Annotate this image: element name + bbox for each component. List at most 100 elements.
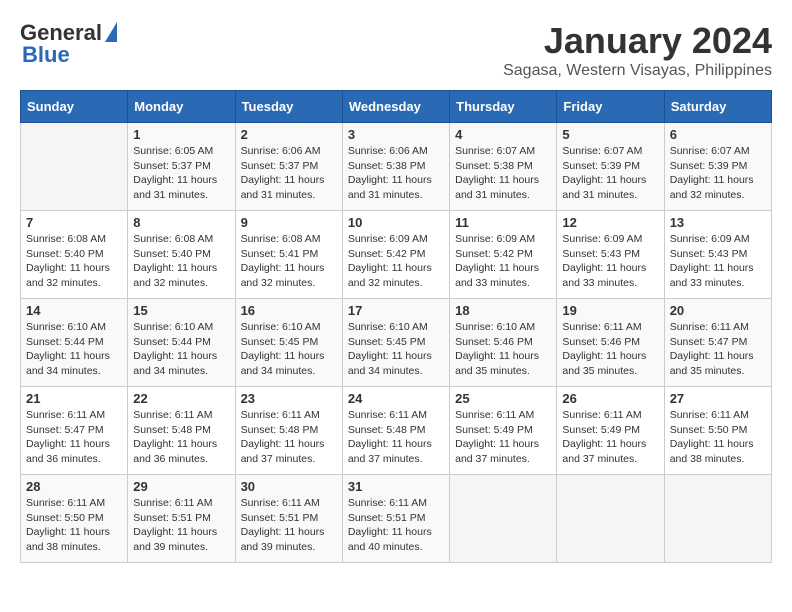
calendar-cell: 5 Sunrise: 6:07 AMSunset: 5:39 PMDaylight…: [557, 123, 664, 211]
calendar-cell: 8 Sunrise: 6:08 AMSunset: 5:40 PMDaylight…: [128, 211, 235, 299]
calendar-cell: 10 Sunrise: 6:09 AMSunset: 5:42 PMDayligh…: [342, 211, 449, 299]
calendar-cell: 23Sunrise: 6:11 AMSunset: 5:48 PMDayligh…: [235, 387, 342, 475]
cell-text: Sunrise: 6:11 AMSunset: 5:51 PMDaylight:…: [241, 497, 325, 553]
cell-text: Sunrise: 6:10 AMSunset: 5:44 PMDaylight:…: [26, 321, 110, 377]
day-number: 8: [133, 215, 229, 230]
week-row-4: 21Sunrise: 6:11 AMSunset: 5:47 PMDayligh…: [21, 387, 772, 475]
calendar-cell: 4 Sunrise: 6:07 AMSunset: 5:38 PMDaylight…: [450, 123, 557, 211]
day-number: 25: [455, 391, 551, 406]
day-number: 31: [348, 479, 444, 494]
day-number: 12: [562, 215, 658, 230]
day-header-tuesday: Tuesday: [235, 91, 342, 123]
day-number: 10: [348, 215, 444, 230]
cell-text: Sunrise: 6:05 AMSunset: 5:37 PMDaylight:…: [133, 145, 217, 201]
cell-text: Sunrise: 6:11 AMSunset: 5:46 PMDaylight:…: [562, 321, 646, 377]
calendar-cell: 13Sunrise: 6:09 AMSunset: 5:43 PMDayligh…: [664, 211, 771, 299]
day-number: 18: [455, 303, 551, 318]
calendar-cell: 12 Sunrise: 6:09 AMSunset: 5:43 PMDayligh…: [557, 211, 664, 299]
cell-text: Sunrise: 6:10 AMSunset: 5:45 PMDaylight:…: [241, 321, 325, 377]
location-subtitle: Sagasa, Western Visayas, Philippines: [503, 62, 772, 80]
day-number: 16: [241, 303, 337, 318]
cell-text: Sunrise: 6:09 AMSunset: 5:42 PMDaylight:…: [348, 233, 432, 289]
day-header-saturday: Saturday: [664, 91, 771, 123]
week-row-3: 14 Sunrise: 6:10 AMSunset: 5:44 PMDayligh…: [21, 299, 772, 387]
day-number: 9: [241, 215, 337, 230]
cell-text: Sunrise: 6:11 AMSunset: 5:48 PMDaylight:…: [241, 409, 325, 465]
calendar-cell: 7 Sunrise: 6:08 AMSunset: 5:40 PMDaylight…: [21, 211, 128, 299]
day-number: 3: [348, 127, 444, 142]
day-header-sunday: Sunday: [21, 91, 128, 123]
cell-text: Sunrise: 6:09 AMSunset: 5:43 PMDaylight:…: [670, 233, 754, 289]
day-number: 4: [455, 127, 551, 142]
cell-text: Sunrise: 6:09 AMSunset: 5:43 PMDaylight:…: [562, 233, 646, 289]
calendar-cell: 22 Sunrise: 6:11 AMSunset: 5:48 PMDayligh…: [128, 387, 235, 475]
cell-text: Sunrise: 6:10 AMSunset: 5:45 PMDaylight:…: [348, 321, 432, 377]
cell-text: Sunrise: 6:11 AMSunset: 5:48 PMDaylight:…: [133, 409, 217, 465]
day-number: 14: [26, 303, 122, 318]
day-number: 6: [670, 127, 766, 142]
cell-text: Sunrise: 6:10 AMSunset: 5:44 PMDaylight:…: [133, 321, 217, 377]
calendar-cell: 19 Sunrise: 6:11 AMSunset: 5:46 PMDayligh…: [557, 299, 664, 387]
day-number: 17: [348, 303, 444, 318]
cell-text: Sunrise: 6:10 AMSunset: 5:46 PMDaylight:…: [455, 321, 539, 377]
day-header-thursday: Thursday: [450, 91, 557, 123]
day-number: 15: [133, 303, 229, 318]
calendar-cell: 9 Sunrise: 6:08 AMSunset: 5:41 PMDaylight…: [235, 211, 342, 299]
cell-text: Sunrise: 6:08 AMSunset: 5:40 PMDaylight:…: [26, 233, 110, 289]
week-row-2: 7 Sunrise: 6:08 AMSunset: 5:40 PMDaylight…: [21, 211, 772, 299]
logo-blue: Blue: [22, 42, 70, 68]
day-number: 20: [670, 303, 766, 318]
calendar-cell: 17 Sunrise: 6:10 AMSunset: 5:45 PMDayligh…: [342, 299, 449, 387]
day-number: 7: [26, 215, 122, 230]
cell-text: Sunrise: 6:07 AMSunset: 5:39 PMDaylight:…: [670, 145, 754, 201]
day-number: 1: [133, 127, 229, 142]
cell-text: Sunrise: 6:11 AMSunset: 5:49 PMDaylight:…: [455, 409, 539, 465]
cell-text: Sunrise: 6:11 AMSunset: 5:51 PMDaylight:…: [348, 497, 432, 553]
week-row-5: 28 Sunrise: 6:11 AMSunset: 5:50 PMDayligh…: [21, 475, 772, 563]
day-header-monday: Monday: [128, 91, 235, 123]
calendar-cell: 30Sunrise: 6:11 AMSunset: 5:51 PMDayligh…: [235, 475, 342, 563]
cell-text: Sunrise: 6:11 AMSunset: 5:48 PMDaylight:…: [348, 409, 432, 465]
day-number: 27: [670, 391, 766, 406]
calendar-cell: 21Sunrise: 6:11 AMSunset: 5:47 PMDayligh…: [21, 387, 128, 475]
calendar-cell: 3 Sunrise: 6:06 AMSunset: 5:38 PMDaylight…: [342, 123, 449, 211]
cell-text: Sunrise: 6:08 AMSunset: 5:41 PMDaylight:…: [241, 233, 325, 289]
cell-text: Sunrise: 6:11 AMSunset: 5:50 PMDaylight:…: [26, 497, 110, 553]
day-number: 5: [562, 127, 658, 142]
calendar-cell: 28 Sunrise: 6:11 AMSunset: 5:50 PMDayligh…: [21, 475, 128, 563]
calendar-cell: 27 Sunrise: 6:11 AMSunset: 5:50 PMDayligh…: [664, 387, 771, 475]
calendar-cell: 29 Sunrise: 6:11 AMSunset: 5:51 PMDayligh…: [128, 475, 235, 563]
day-number: 19: [562, 303, 658, 318]
cell-text: Sunrise: 6:11 AMSunset: 5:50 PMDaylight:…: [670, 409, 754, 465]
day-number: 22: [133, 391, 229, 406]
calendar-cell: 11Sunrise: 6:09 AMSunset: 5:42 PMDayligh…: [450, 211, 557, 299]
cell-text: Sunrise: 6:07 AMSunset: 5:38 PMDaylight:…: [455, 145, 539, 201]
calendar-cell: 18 Sunrise: 6:10 AMSunset: 5:46 PMDayligh…: [450, 299, 557, 387]
day-number: 28: [26, 479, 122, 494]
calendar-cell: 16 Sunrise: 6:10 AMSunset: 5:45 PMDayligh…: [235, 299, 342, 387]
cell-text: Sunrise: 6:08 AMSunset: 5:40 PMDaylight:…: [133, 233, 217, 289]
cell-text: Sunrise: 6:06 AMSunset: 5:38 PMDaylight:…: [348, 145, 432, 201]
calendar-cell: 25 Sunrise: 6:11 AMSunset: 5:49 PMDayligh…: [450, 387, 557, 475]
title-area: January 2024 Sagasa, Western Visayas, Ph…: [503, 20, 772, 80]
month-title: January 2024: [503, 20, 772, 62]
cell-text: Sunrise: 6:11 AMSunset: 5:47 PMDaylight:…: [670, 321, 754, 377]
logo: General Blue: [20, 20, 117, 68]
header: General Blue January 2024 Sagasa, Wester…: [20, 20, 772, 80]
day-number: 2: [241, 127, 337, 142]
day-number: 29: [133, 479, 229, 494]
calendar-cell: 14 Sunrise: 6:10 AMSunset: 5:44 PMDayligh…: [21, 299, 128, 387]
calendar-cell: [450, 475, 557, 563]
cell-text: Sunrise: 6:09 AMSunset: 5:42 PMDaylight:…: [455, 233, 539, 289]
calendar-table: SundayMondayTuesdayWednesdayThursdayFrid…: [20, 90, 772, 563]
week-row-1: 1 Sunrise: 6:05 AMSunset: 5:37 PMDaylight…: [21, 123, 772, 211]
calendar-cell: 31 Sunrise: 6:11 AMSunset: 5:51 PMDayligh…: [342, 475, 449, 563]
calendar-cell: 1 Sunrise: 6:05 AMSunset: 5:37 PMDaylight…: [128, 123, 235, 211]
cell-text: Sunrise: 6:11 AMSunset: 5:51 PMDaylight:…: [133, 497, 217, 553]
calendar-cell: 2Sunrise: 6:06 AMSunset: 5:37 PMDaylight…: [235, 123, 342, 211]
header-row: SundayMondayTuesdayWednesdayThursdayFrid…: [21, 91, 772, 123]
cell-text: Sunrise: 6:07 AMSunset: 5:39 PMDaylight:…: [562, 145, 646, 201]
day-header-wednesday: Wednesday: [342, 91, 449, 123]
calendar-cell: [21, 123, 128, 211]
calendar-cell: 6 Sunrise: 6:07 AMSunset: 5:39 PMDaylight…: [664, 123, 771, 211]
